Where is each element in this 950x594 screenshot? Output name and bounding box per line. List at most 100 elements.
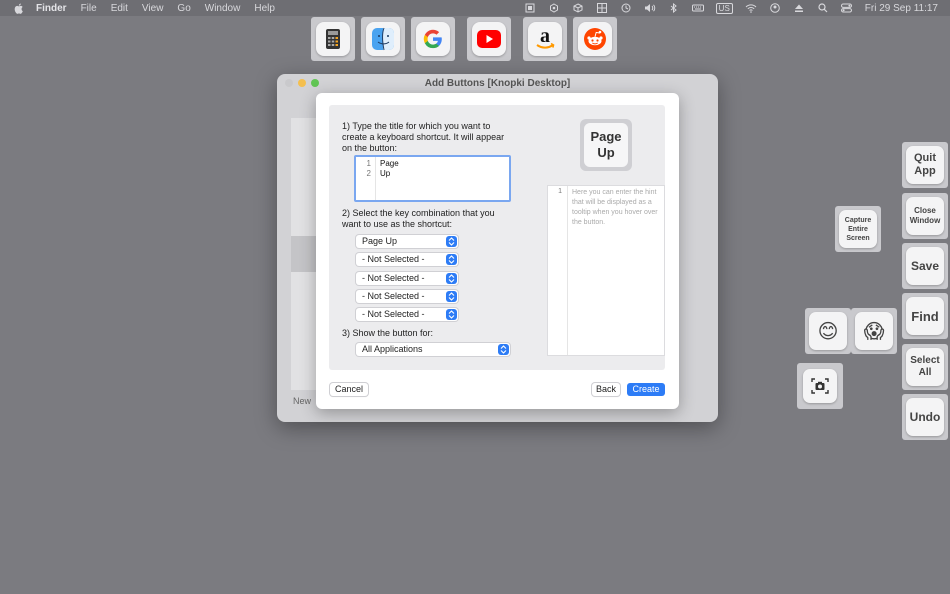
- grid-status-icon[interactable]: [596, 3, 608, 13]
- chevron-updown-icon: [446, 309, 457, 320]
- sheet-content: 1) Type the title for which you want to …: [329, 105, 665, 370]
- menu-go[interactable]: Go: [177, 3, 190, 14]
- line-number: 1: [366, 159, 371, 168]
- smile-emoji-button[interactable]: 😊: [805, 308, 851, 354]
- scream-emoji-button[interactable]: 😱: [851, 308, 897, 354]
- google-icon: [416, 22, 450, 56]
- title-line: Up: [380, 169, 391, 178]
- wifi-icon[interactable]: [745, 3, 757, 13]
- status-area: US Fri 29 Sep 11:17: [524, 0, 938, 16]
- title-editor-gutter: 1 2: [356, 157, 376, 200]
- cancel-button[interactable]: Cancel: [330, 383, 368, 396]
- window-title: Add Buttons [Knopki Desktop]: [424, 77, 571, 89]
- menu-edit[interactable]: Edit: [111, 3, 128, 14]
- search-icon[interactable]: [817, 3, 829, 13]
- hint-placeholder: Here you can enter the hint that will be…: [572, 189, 658, 226]
- minimize-window-light[interactable]: [298, 79, 306, 87]
- quit-app-button[interactable]: Quit App: [902, 142, 948, 188]
- menu-file[interactable]: File: [81, 3, 97, 14]
- step1-label: 1) Type the title for which you want to …: [342, 121, 505, 153]
- key-select-3[interactable]: - Not Selected -: [356, 272, 458, 285]
- svg-text:a: a: [540, 27, 550, 47]
- user-icon[interactable]: [769, 3, 781, 13]
- gear-status-icon[interactable]: [548, 3, 560, 13]
- title-editor[interactable]: 1 2 Page Up: [354, 155, 511, 202]
- key-select-value: - Not Selected -: [362, 291, 425, 301]
- key-select-value: - Not Selected -: [362, 309, 425, 319]
- chevron-updown-icon: [498, 344, 509, 355]
- undo-button[interactable]: Undo: [902, 394, 948, 440]
- menu-window[interactable]: Window: [205, 3, 241, 14]
- preview-line: Up: [597, 145, 615, 160]
- find-button[interactable]: Find: [902, 293, 948, 339]
- preview-line: Page: [590, 129, 622, 144]
- line-number: 2: [366, 169, 371, 178]
- menu-finder[interactable]: Finder: [36, 3, 67, 14]
- google-button[interactable]: [411, 17, 455, 61]
- menu-clock[interactable]: Fri 29 Sep 11:17: [865, 3, 938, 14]
- selected-list-row[interactable]: [291, 236, 317, 272]
- key-select-5[interactable]: - Not Selected -: [356, 308, 458, 321]
- quit-app-label: Quit App: [906, 146, 944, 184]
- key-select-2[interactable]: - Not Selected -: [356, 253, 458, 266]
- window-controls: [285, 79, 319, 87]
- select-all-label: Select All: [906, 348, 944, 386]
- chevron-updown-icon: [446, 254, 457, 265]
- window-titlebar[interactable]: Add Buttons [Knopki Desktop]: [277, 74, 718, 92]
- title-editor-text[interactable]: Page Up: [380, 159, 399, 179]
- finder-button[interactable]: [361, 17, 405, 61]
- screenshot-area-button[interactable]: [797, 363, 843, 409]
- close-window-light[interactable]: [285, 79, 293, 87]
- apple-menu-icon[interactable]: [12, 2, 26, 14]
- eject-icon[interactable]: [793, 3, 805, 13]
- add-button-sheet: 1) Type the title for which you want to …: [316, 93, 679, 409]
- clock-status-icon[interactable]: [620, 3, 632, 13]
- key-select-value: - Not Selected -: [362, 254, 425, 264]
- smile-emoji-icon: 😊: [809, 312, 847, 350]
- menu-help[interactable]: Help: [254, 3, 275, 14]
- line-number: 1: [558, 188, 562, 195]
- chevron-updown-icon: [446, 291, 457, 302]
- volume-icon[interactable]: [644, 3, 656, 13]
- bluetooth-icon[interactable]: [668, 3, 680, 13]
- youtube-icon: [472, 22, 506, 56]
- screenshot-status-icon[interactable]: [524, 3, 536, 13]
- chevron-updown-icon: [446, 273, 457, 284]
- find-label: Find: [906, 297, 944, 335]
- key-select-4[interactable]: - Not Selected -: [356, 290, 458, 303]
- app-shortcut-strip: a: [311, 17, 617, 61]
- input-language-badge[interactable]: US: [715, 2, 733, 14]
- finder-icon: [366, 22, 400, 56]
- calculator-icon: [316, 22, 350, 56]
- reddit-icon: [578, 22, 612, 56]
- select-all-button[interactable]: Select All: [902, 344, 948, 390]
- amazon-button[interactable]: a: [523, 17, 567, 61]
- youtube-button[interactable]: [467, 17, 511, 61]
- create-button[interactable]: Create: [627, 383, 665, 396]
- button-preview-face: Page Up: [584, 123, 628, 167]
- capture-screen-button[interactable]: Capture Entire Screen: [835, 206, 881, 252]
- button-list-panel: [291, 118, 317, 390]
- screenshot-area-icon: [803, 369, 837, 403]
- control-center-icon[interactable]: [841, 3, 853, 13]
- menu-view[interactable]: View: [142, 3, 164, 14]
- reddit-button[interactable]: [573, 17, 617, 61]
- capture-screen-label: Capture Entire Screen: [839, 210, 877, 248]
- zoom-window-light[interactable]: [311, 79, 319, 87]
- save-button[interactable]: Save: [902, 243, 948, 289]
- close-window-button[interactable]: Close Window: [902, 193, 948, 239]
- back-button[interactable]: Back: [592, 383, 620, 396]
- cube-status-icon[interactable]: [572, 3, 584, 13]
- step2-label: 2) Select the key combination that you w…: [342, 208, 495, 229]
- calculator-button[interactable]: [311, 17, 355, 61]
- amazon-icon: a: [528, 22, 562, 56]
- scream-emoji-icon: 😱: [855, 312, 893, 350]
- keyboard-input-icon[interactable]: [691, 3, 704, 13]
- save-label: Save: [906, 247, 944, 285]
- hint-editor[interactable]: 1 Here you can enter the hint that will …: [547, 185, 665, 356]
- button-preview: Page Up: [580, 119, 632, 171]
- show-for-select[interactable]: All Applications: [356, 343, 510, 356]
- new-button[interactable]: New: [293, 396, 311, 406]
- key-select-1[interactable]: Page Up: [356, 235, 458, 248]
- title-line: Page: [380, 159, 399, 168]
